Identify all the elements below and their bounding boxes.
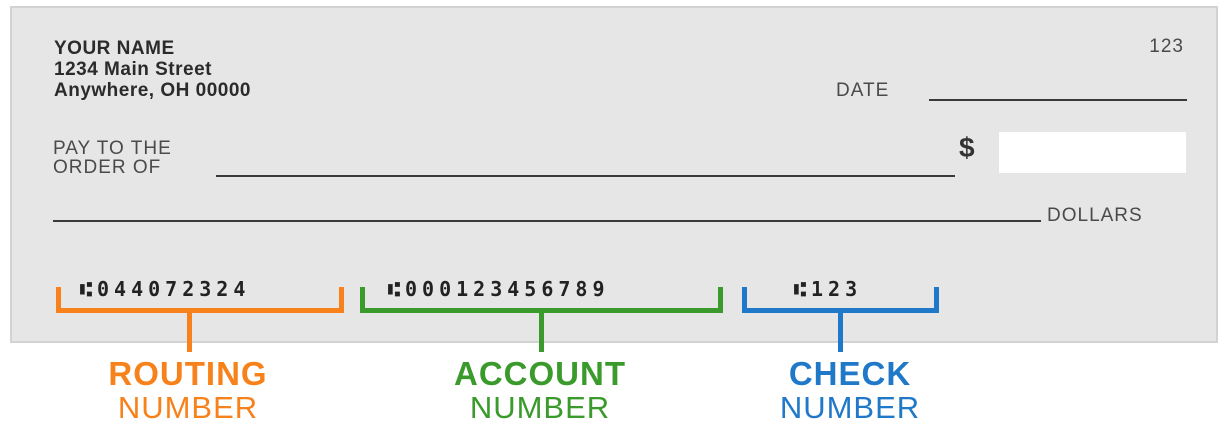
dollars-label: DOLLARS: [1047, 205, 1143, 226]
account-bracket-stem: [539, 312, 544, 352]
date-label: DATE: [836, 80, 890, 101]
check-caption-line2: NUMBER: [779, 390, 921, 425]
routing-bracket: [56, 287, 344, 313]
pay-to-line1: PAY TO THE: [53, 138, 172, 159]
check-bracket: [742, 287, 939, 313]
check-number-top: 123: [1149, 36, 1184, 57]
account-holder-name: YOUR NAME: [54, 38, 175, 59]
routing-number-caption: ROUTING NUMBER: [60, 357, 316, 425]
routing-bracket-stem: [187, 312, 192, 352]
payee-line: [216, 175, 955, 177]
account-holder-city: Anywhere, OH 00000: [54, 80, 251, 101]
dollar-sign: $: [959, 132, 975, 163]
check-number-caption: CHECK NUMBER: [740, 357, 960, 425]
routing-caption-line1: ROUTING: [108, 355, 268, 392]
account-bracket: [360, 287, 723, 313]
account-holder-street: 1234 Main Street: [54, 59, 212, 80]
check-bracket-stem: [838, 312, 843, 352]
amount-words-line: [53, 220, 1041, 222]
account-caption-line1: ACCOUNT: [454, 355, 626, 392]
check-caption-line1: CHECK: [788, 355, 912, 392]
pay-to-label: PAY TO THE ORDER OF: [53, 139, 172, 177]
pay-to-line2: ORDER OF: [53, 157, 162, 178]
amount-box: [999, 132, 1186, 173]
routing-caption-line2: NUMBER: [117, 390, 259, 425]
account-caption-line2: NUMBER: [469, 390, 611, 425]
account-holder-block: YOUR NAME 1234 Main Street Anywhere, OH …: [54, 38, 251, 101]
date-line: [929, 99, 1187, 101]
account-number-caption: ACCOUNT NUMBER: [400, 357, 680, 425]
